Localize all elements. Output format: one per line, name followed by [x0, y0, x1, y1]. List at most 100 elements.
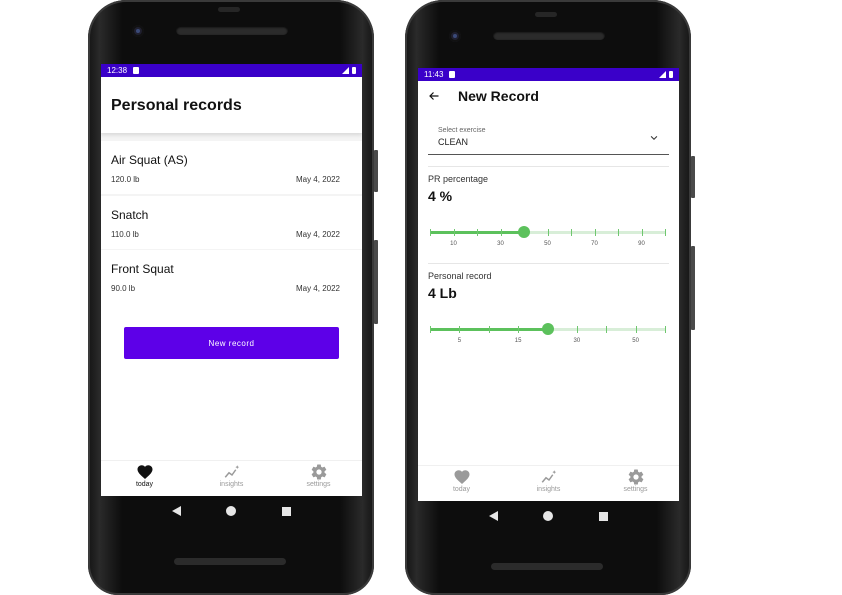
select-value: CLEAN [438, 137, 469, 147]
app-bar: New Record [418, 81, 679, 111]
new-record-button[interactable]: New record [124, 327, 339, 359]
slider-tick-label: 90 [638, 241, 645, 247]
record-weight: 110.0 lb [111, 229, 139, 239]
nav-settings[interactable]: settings [275, 461, 362, 496]
front-camera [449, 30, 461, 42]
sd-card-icon [133, 67, 140, 74]
slider-thumb[interactable] [541, 323, 554, 335]
page-title: Personal records [101, 77, 362, 133]
record-slider[interactable]: 5 15 30 50 [430, 322, 666, 344]
status-time: 11:43 [424, 70, 444, 79]
record-date: May 4, 2022 [295, 229, 340, 239]
slider-tick [488, 326, 490, 333]
slider-tick-label: 10 [450, 241, 457, 247]
slider-tick [459, 326, 461, 333]
nav-insights-label: insights [536, 486, 561, 493]
bottom-navigation: today insights settings [418, 465, 679, 501]
sparkle-chart-icon [541, 470, 556, 483]
list-item[interactable]: Front Squat 90.0 lb May 4, 2022 [101, 250, 362, 303]
slider-tick [618, 229, 619, 236]
recents-nav-icon[interactable] [282, 506, 292, 516]
record-date: May 4, 2022 [295, 284, 340, 293]
pr-value: 4 % [428, 188, 453, 204]
slider-tick [430, 229, 431, 236]
status-bar: 11:43 [418, 68, 679, 81]
volume-button [374, 240, 378, 324]
status-time: 12:38 [107, 66, 128, 75]
back-nav-icon[interactable] [171, 506, 181, 516]
slider-tick [594, 229, 596, 236]
top-sensor [218, 7, 240, 12]
slider-tick [665, 229, 666, 236]
slider-tick [576, 326, 578, 333]
slider-tick [477, 229, 478, 236]
screen: 11:43 New Record Select exercise CLEAN P… [418, 68, 679, 501]
gear-icon [628, 469, 643, 485]
record-name: Air Squat (AS) [111, 153, 188, 167]
chevron-down-icon [650, 135, 658, 140]
records-list: Air Squat (AS) 120.0 lb May 4, 2022 Snat… [101, 133, 362, 303]
personal-record-field: Personal record 4 Lb 5 15 30 50 [418, 264, 679, 360]
nav-settings[interactable]: settings [592, 466, 679, 501]
nav-insights[interactable]: insights [188, 461, 275, 496]
sparkle-chart-icon [224, 465, 239, 478]
sd-card-icon [449, 71, 456, 78]
earpiece-speaker [493, 31, 605, 40]
slider-tick [641, 229, 643, 236]
system-navigation [418, 501, 679, 531]
nav-today[interactable]: today [101, 461, 188, 496]
phone-right: 11:43 New Record Select exercise CLEAN P… [405, 0, 695, 595]
home-nav-icon[interactable] [226, 506, 237, 516]
heart-icon [454, 470, 469, 485]
select-label: Select exercise [438, 127, 486, 134]
bottom-speaker [174, 558, 286, 565]
slider-tick [606, 326, 608, 333]
earpiece-speaker [176, 26, 288, 35]
slider-tick [518, 326, 520, 333]
record-weight: 90.0 lb [111, 284, 136, 293]
slider-tick-label: 30 [573, 338, 581, 344]
record-name: Front Squat [111, 262, 174, 276]
battery-icon [669, 71, 673, 78]
pr-percentage-field: PR percentage 4 % 10 30 50 70 90 [418, 167, 679, 263]
nav-insights[interactable]: insights [505, 466, 592, 501]
recents-nav-icon[interactable] [599, 511, 609, 521]
back-nav-icon[interactable] [488, 511, 498, 521]
slider-tick [430, 326, 431, 333]
arrow-left-icon[interactable] [428, 90, 440, 102]
list-item[interactable]: Snatch 110.0 lb May 4, 2022 [101, 195, 362, 249]
exercise-select[interactable]: Select exercise CLEAN [428, 121, 669, 155]
power-button [374, 150, 378, 192]
signal-icon [659, 71, 666, 78]
slider-tick [500, 229, 502, 236]
nav-today-label: today [452, 486, 471, 493]
slider-tick [547, 229, 549, 236]
slider-tick-label: 50 [632, 338, 639, 344]
power-button [691, 156, 695, 198]
signal-icon [342, 67, 349, 74]
volume-button [691, 246, 695, 330]
slider-tick-label: 30 [497, 241, 504, 247]
bottom-navigation: today insights settings [101, 460, 362, 496]
pr-slider[interactable]: 10 30 50 70 90 [430, 225, 666, 247]
record-name: Snatch [111, 207, 149, 222]
home-nav-icon[interactable] [543, 511, 554, 521]
slider-tick-label: 50 [544, 241, 551, 247]
nav-today-label: today [135, 481, 154, 488]
nav-insights-label: insights [219, 481, 244, 488]
record-value: 4 Lb [428, 285, 457, 301]
front-camera [132, 25, 144, 37]
nav-today[interactable]: today [418, 466, 505, 501]
record-date: May 4, 2022 [295, 175, 340, 184]
slider-tick-label: 70 [591, 241, 598, 247]
nav-settings-label: settings [623, 486, 648, 493]
slider-thumb[interactable] [518, 226, 530, 238]
slider-tick-label: 15 [514, 338, 522, 344]
system-navigation [101, 496, 362, 526]
battery-icon [352, 67, 356, 74]
record-label: Personal record [428, 271, 492, 281]
page-title: New Record [458, 88, 539, 104]
slider-tick [453, 229, 455, 236]
slider-tick [571, 229, 572, 236]
list-item[interactable]: Air Squat (AS) 120.0 lb May 4, 2022 [101, 141, 362, 194]
